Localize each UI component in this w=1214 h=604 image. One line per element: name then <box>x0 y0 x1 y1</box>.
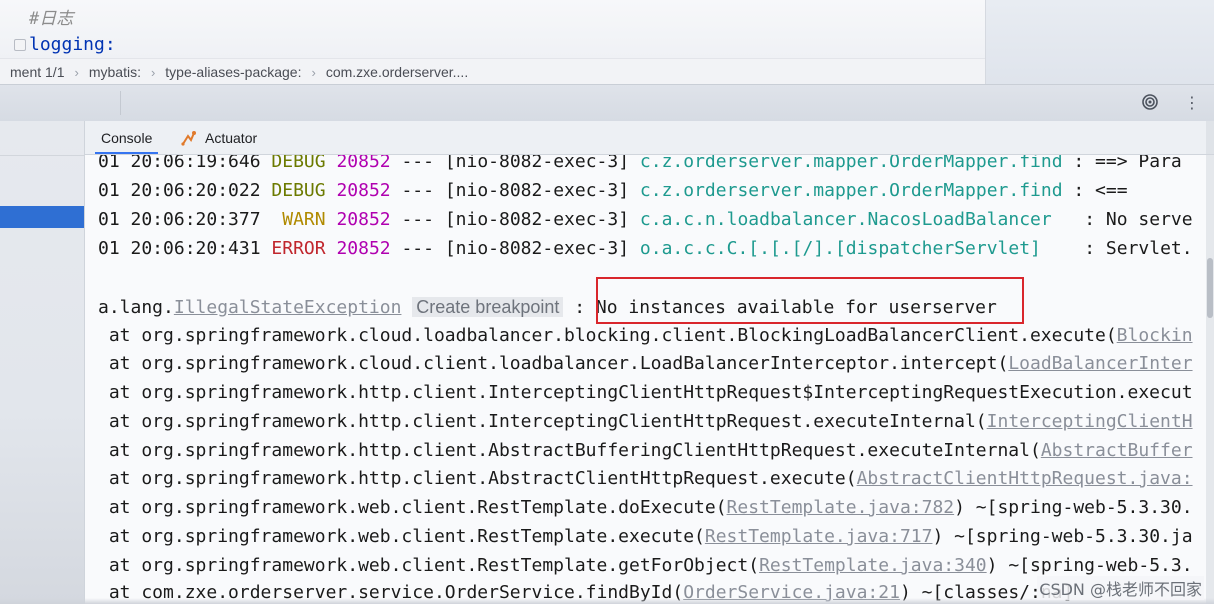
code-comment: #日志 <box>29 9 74 29</box>
stack-call: at org.springframework.http.client.Abstr… <box>98 440 1041 461</box>
code-key-logging: logging: <box>29 34 116 55</box>
log-message: : Servlet. <box>1073 238 1193 259</box>
tree-divider <box>0 155 84 156</box>
stack-call: at org.springframework.web.client.RestTe… <box>98 526 705 547</box>
stack-frame: at org.springframework.http.client.Inter… <box>98 382 1193 404</box>
tab-console[interactable]: Console <box>85 121 168 154</box>
stack-tail: ) ~[spring-web-5.3.30. <box>954 497 1193 518</box>
source-link[interactable]: AbstractClientHttpRequest.java: <box>857 468 1193 489</box>
log-sep: --- <box>401 155 434 172</box>
services-tree-panel[interactable] <box>0 121 85 604</box>
log-level: DEBUG <box>271 180 326 201</box>
stack-call: at org.springframework.web.client.RestTe… <box>98 555 760 576</box>
log-pid: 20852 <box>336 155 391 172</box>
tab-console-label: Console <box>101 129 153 146</box>
stack-call: at org.springframework.web.client.RestTe… <box>98 497 727 518</box>
source-link[interactable]: RestTemplate.java:717 <box>705 526 933 547</box>
exception-class-link[interactable]: IllegalStateException <box>174 297 402 318</box>
stack-call: at org.springframework.http.client.Inter… <box>98 411 987 432</box>
source-link[interactable]: AbstractBuffer <box>1041 440 1193 461</box>
stack-call: at org.springframework.http.client.Inter… <box>98 382 1193 403</box>
tool-tabs: Console Actuator <box>85 121 1214 155</box>
stack-frame: at org.springframework.web.client.RestTe… <box>98 497 1193 519</box>
stack-frame: at org.springframework.web.client.RestTe… <box>98 526 1193 548</box>
tool-window-header: ⋮ <box>0 84 1214 122</box>
log-message: : ==> Para <box>1062 155 1182 172</box>
breadcrumb-item[interactable]: mybatis: <box>79 64 151 80</box>
active-tab-indicator <box>95 152 159 154</box>
log-thread: [nio-8082-exec-3] <box>444 238 630 259</box>
more-vertical-icon[interactable]: ⋮ <box>1184 94 1200 112</box>
highlight-annotation-box <box>596 277 1024 324</box>
log-time: 01 20:06:20:022 <box>98 180 261 201</box>
stack-call: at org.springframework.cloud.client.load… <box>98 353 1009 374</box>
log-logger: c.a.c.n.loadbalancer.NacosLoadBalancer <box>639 209 1074 230</box>
log-line: 01 20:06:20:431 ERROR 20852 --- [nio-808… <box>98 238 1193 260</box>
log-line: 01 20:06:19:646 DEBUG 20852 --- [nio-808… <box>98 155 1182 173</box>
source-link[interactable]: RestTemplate.java:340 <box>759 555 987 576</box>
log-line: 01 20:06:20:377 WARN 20852 --- [nio-8082… <box>98 209 1193 231</box>
log-thread: [nio-8082-exec-3] <box>444 209 630 230</box>
log-time: 01 20:06:19:646 <box>98 155 261 172</box>
header-divider <box>120 91 121 115</box>
log-sep: --- <box>401 209 434 230</box>
stack-tail: ) ~[spring-web-5.3. <box>986 555 1193 576</box>
tree-item-selected[interactable] <box>0 206 84 228</box>
stack-frame: at org.springframework.cloud.client.load… <box>98 353 1193 375</box>
log-level: DEBUG <box>271 155 326 172</box>
watermark-text: CSDN @栈老师不回家 <box>1037 576 1204 600</box>
log-time: 01 20:06:20:431 <box>98 238 261 259</box>
source-link[interactable]: LoadBalancerInter <box>1008 353 1192 374</box>
stack-call: at org.springframework.cloud.loadbalance… <box>98 325 1117 346</box>
stack-frame: at org.springframework.http.client.Inter… <box>98 411 1193 433</box>
log-logger: c.z.orderserver.mapper.OrderMapper.find <box>639 180 1063 201</box>
stack-frame: at org.springframework.web.client.RestTe… <box>98 555 1193 577</box>
create-breakpoint-link[interactable]: Create breakpoint <box>412 297 564 317</box>
scrollbar-thumb[interactable] <box>1207 258 1213 318</box>
stack-frame: at org.springframework.http.client.Abstr… <box>98 440 1193 462</box>
exception-prefix: a.lang. <box>98 297 174 318</box>
source-link[interactable]: RestTemplate.java:782 <box>727 497 955 518</box>
target-icon[interactable] <box>1142 94 1158 110</box>
stack-frame: at org.springframework.http.client.Abstr… <box>98 468 1193 490</box>
exception-colon: : <box>563 297 596 318</box>
log-logger: c.z.orderserver.mapper.OrderMapper.find <box>639 155 1063 172</box>
breadcrumb-item[interactable]: com.zxe.orderserver.... <box>316 64 478 80</box>
log-pid: 20852 <box>336 238 391 259</box>
log-thread: [nio-8082-exec-3] <box>444 155 630 172</box>
log-logger: o.a.c.c.C.[.[.[/].[dispatcherServlet] <box>639 238 1074 259</box>
stack-call: at org.springframework.http.client.Abstr… <box>98 468 857 489</box>
console-output[interactable]: 01 20:06:19:646 DEBUG 20852 --- [nio-808… <box>85 155 1214 604</box>
tab-actuator-label: Actuator <box>205 129 258 146</box>
editor-side-panel <box>985 0 1214 84</box>
log-line: 01 20:06:20:022 DEBUG 20852 --- [nio-808… <box>98 180 1128 202</box>
log-level: ERROR <box>271 238 326 259</box>
log-pid: 20852 <box>336 209 391 230</box>
log-message: : No serve <box>1073 209 1193 230</box>
breadcrumb: ment 1/1 › mybatis: › type-aliases-packa… <box>0 58 985 85</box>
log-time: 01 20:06:20:377 <box>98 209 261 230</box>
actuator-icon <box>181 130 199 146</box>
bottom-edge <box>0 598 1214 604</box>
tab-actuator[interactable]: Actuator <box>181 121 257 154</box>
log-sep: --- <box>401 238 434 259</box>
breadcrumb-item[interactable]: ment 1/1 <box>0 64 74 80</box>
stack-tail: ) ~[spring-web-5.3.30.ja <box>932 526 1193 547</box>
log-thread: [nio-8082-exec-3] <box>444 180 630 201</box>
vertical-scrollbar[interactable] <box>1206 121 1214 604</box>
log-pid: 20852 <box>336 180 391 201</box>
breadcrumb-item[interactable]: type-aliases-package: <box>155 64 311 80</box>
source-link[interactable]: InterceptingClientH <box>987 411 1193 432</box>
log-level: WARN <box>271 209 326 230</box>
log-message: : <== <box>1062 180 1128 201</box>
source-link[interactable]: Blockin <box>1117 325 1193 346</box>
stack-frame: at org.springframework.cloud.loadbalance… <box>98 325 1193 347</box>
fold-toggle-icon[interactable] <box>14 39 26 51</box>
editor-area[interactable]: #日志 logging: <box>0 0 985 58</box>
log-sep: --- <box>401 180 434 201</box>
